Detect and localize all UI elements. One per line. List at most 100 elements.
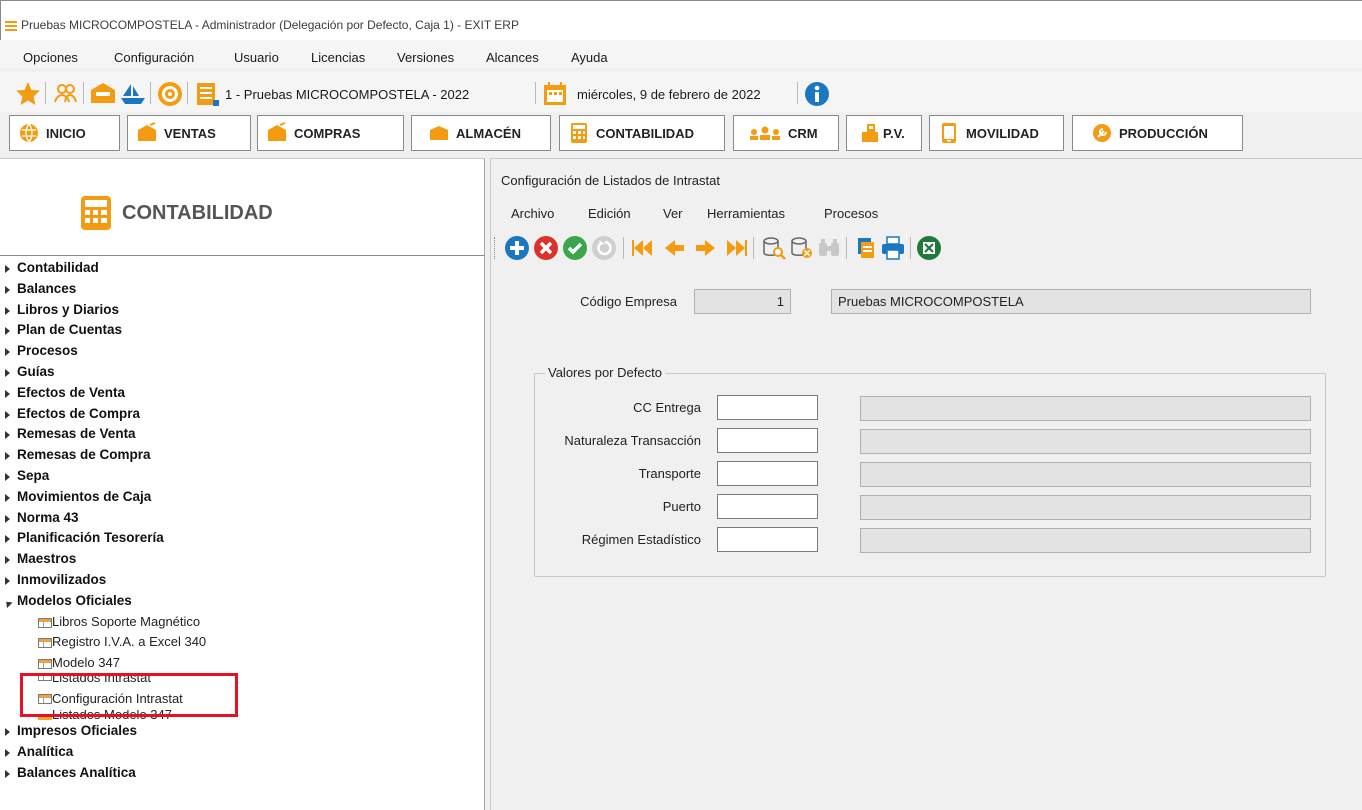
naturaleza-transaccion-field[interactable]	[717, 428, 818, 453]
menu-archivo[interactable]: Archivo	[511, 206, 554, 221]
tree-node-libros-diarios[interactable]: Libros y Diarios	[0, 300, 485, 321]
tree-node-maestros[interactable]: Maestros	[0, 549, 485, 570]
tree-leaf-modelo-347[interactable]: Modelo 347	[0, 653, 485, 674]
expand-arrow-icon[interactable]	[5, 306, 10, 315]
last-record-icon[interactable]	[722, 235, 748, 261]
tree-node-plan-cuentas[interactable]: Plan de Cuentas	[0, 320, 485, 341]
module-inicio-button[interactable]: INICIO	[9, 115, 120, 151]
menu-licencias[interactable]: Licencias	[311, 50, 365, 65]
tree-leaf-registro-iva[interactable]: Registro I.V.A. a Excel 340	[0, 632, 485, 653]
menu-versiones[interactable]: Versiones	[397, 50, 454, 65]
menu-edicion[interactable]: Edición	[588, 206, 631, 221]
module-produccion-button[interactable]: PRODUCCIÓN	[1072, 115, 1243, 151]
expand-arrow-icon[interactable]	[5, 368, 10, 377]
codigo-empresa-field[interactable]	[694, 289, 791, 314]
tree-node-modelos-oficiales[interactable]: Modelos Oficiales	[0, 591, 485, 612]
module-label: MOVILIDAD	[966, 125, 1039, 141]
module-pv-button[interactable]: P.V.	[846, 115, 922, 151]
tree-node-analitica[interactable]: Analítica	[0, 742, 485, 763]
expand-arrow-icon[interactable]	[5, 748, 10, 757]
tree-node-contabilidad[interactable]: Contabilidad	[0, 258, 485, 279]
excel-icon[interactable]	[916, 235, 942, 261]
tree-node-planificacion-tesoreria[interactable]: Planificación Tesorería	[0, 528, 485, 549]
module-ventas-button[interactable]: VENTAS	[127, 115, 251, 151]
expand-arrow-icon[interactable]	[5, 389, 10, 398]
info-icon[interactable]	[803, 80, 831, 108]
calendar-icon[interactable]	[541, 80, 569, 108]
binoculars-icon[interactable]	[816, 235, 842, 261]
print-icon[interactable]	[880, 235, 906, 261]
expand-arrow-icon[interactable]	[5, 514, 10, 523]
search-database-icon[interactable]	[761, 235, 787, 261]
expand-arrow-icon[interactable]	[5, 431, 10, 440]
tree-node-sepa[interactable]: Sepa	[0, 466, 485, 487]
tree-leaf-listados-intrastat[interactable]: Listados Intrastat	[0, 673, 485, 688]
module-movilidad-button[interactable]: MOVILIDAD	[929, 115, 1064, 151]
undo-icon[interactable]	[591, 235, 617, 261]
expand-arrow-icon[interactable]	[5, 576, 10, 585]
expand-arrow-icon[interactable]	[5, 410, 10, 419]
module-compras-button[interactable]: COMPRAS	[257, 115, 404, 151]
filter-database-icon[interactable]	[789, 235, 815, 261]
tree-node-efectos-compra[interactable]: Efectos de Compra	[0, 404, 485, 425]
expand-arrow-icon[interactable]	[5, 727, 10, 736]
tree-node-remesas-venta[interactable]: Remesas de Venta	[0, 424, 485, 445]
menu-configuracion[interactable]: Configuración	[114, 50, 194, 65]
menu-ayuda[interactable]: Ayuda	[571, 50, 608, 65]
delete-icon[interactable]	[533, 235, 559, 261]
expand-arrow-icon[interactable]	[5, 535, 10, 544]
expand-arrow-icon[interactable]	[5, 327, 10, 336]
tree-node-remesas-compra[interactable]: Remesas de Compra	[0, 445, 485, 466]
menu-procesos[interactable]: Procesos	[824, 206, 878, 221]
tree-node-balances-analitica[interactable]: Balances Analítica	[0, 763, 485, 784]
collapse-arrow-icon[interactable]	[3, 598, 13, 608]
transporte-description	[860, 462, 1311, 487]
bars-icon[interactable]	[193, 80, 221, 108]
tree-node-label: Analítica	[17, 743, 74, 759]
cc-entrega-field[interactable]	[717, 395, 818, 420]
expand-arrow-icon[interactable]	[5, 348, 10, 357]
menu-herramientas[interactable]: Herramientas	[707, 206, 785, 221]
regimen-estadistico-field[interactable]	[717, 527, 818, 552]
disc-icon[interactable]	[156, 80, 184, 108]
expand-arrow-icon[interactable]	[5, 452, 10, 461]
module-contabilidad-button[interactable]: CONTABILIDAD	[559, 115, 725, 151]
ship-icon[interactable]	[119, 80, 147, 108]
accept-icon[interactable]	[562, 235, 588, 261]
tree-leaf-libros-soporte[interactable]: Libros Soporte Magnético	[0, 612, 485, 633]
expand-arrow-icon[interactable]	[5, 285, 10, 294]
module-crm-button[interactable]: CRM	[733, 115, 839, 151]
tree-node-efectos-venta[interactable]: Efectos de Venta	[0, 383, 485, 404]
puerto-field[interactable]	[717, 494, 818, 519]
tree-node-movimientos-caja[interactable]: Movimientos de Caja	[0, 487, 485, 508]
first-record-icon[interactable]	[631, 235, 657, 261]
menu-alcances[interactable]: Alcances	[486, 50, 539, 65]
menu-ver[interactable]: Ver	[663, 206, 683, 221]
menu-usuario[interactable]: Usuario	[234, 50, 279, 65]
module-almacen-button[interactable]: ALMACÉN	[411, 115, 551, 151]
tree-node-guias[interactable]: Guías	[0, 362, 485, 383]
add-icon[interactable]	[504, 235, 530, 261]
copy-document-icon[interactable]	[852, 235, 878, 261]
users-icon[interactable]	[52, 80, 80, 108]
tree-node-balances[interactable]: Balances	[0, 279, 485, 300]
previous-record-icon[interactable]	[662, 235, 688, 261]
tree-node-procesos[interactable]: Procesos	[0, 341, 485, 362]
empresa-name-field[interactable]	[831, 289, 1311, 314]
expand-arrow-icon[interactable]	[5, 769, 10, 778]
expand-arrow-icon[interactable]	[5, 472, 10, 481]
tree-node-inmovilizados[interactable]: Inmovilizados	[0, 570, 485, 591]
tree-node-norma-43[interactable]: Norma 43	[0, 508, 485, 529]
expand-arrow-icon[interactable]	[5, 493, 10, 502]
transporte-field[interactable]	[717, 461, 818, 486]
box-icon[interactable]	[89, 80, 117, 108]
star-icon[interactable]	[14, 80, 42, 108]
tree-leaf-configuracion-intrastat[interactable]: Configuración Intrastat	[0, 688, 485, 710]
tree-leaf-listados-modelo-347[interactable]: Listados Modelo 347	[0, 710, 485, 721]
tree-node-impresos-oficiales[interactable]: Impresos Oficiales	[0, 721, 485, 742]
expand-arrow-icon[interactable]	[5, 556, 10, 565]
expand-arrow-icon[interactable]	[5, 265, 10, 273]
next-record-icon[interactable]	[692, 235, 718, 261]
menu-opciones[interactable]: Opciones	[23, 50, 78, 65]
app-menu-icon[interactable]	[5, 21, 17, 33]
